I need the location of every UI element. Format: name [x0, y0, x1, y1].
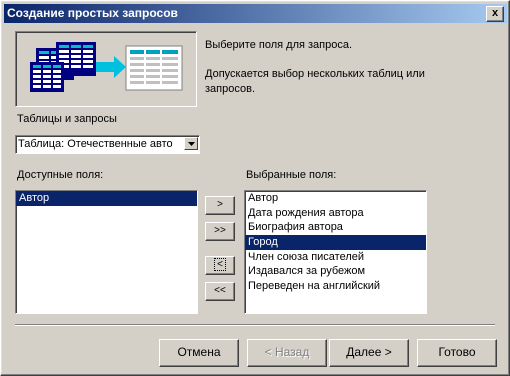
selected-field-list-item[interactable]: Биография автора [245, 220, 426, 235]
finish-button[interactable]: Готово [417, 339, 497, 367]
close-button[interactable]: x [486, 6, 504, 22]
tables-label: Таблицы и запросы [17, 113, 117, 125]
selected-field-list-item[interactable]: Издавался за рубежом [245, 264, 426, 279]
available-field-list-item[interactable]: Автор [16, 191, 197, 206]
intro-line-1: Выберите поля для запроса. [205, 39, 353, 51]
tables-combobox[interactable]: Таблица: Отечественные авто [15, 135, 200, 154]
next-button[interactable]: Далее > [329, 339, 409, 367]
remove-all-fields-button[interactable]: << [205, 282, 235, 301]
selected-field-list-item[interactable]: Дата рождения автора [245, 206, 426, 221]
close-icon: x [491, 7, 499, 19]
cancel-button[interactable]: Отмена [159, 339, 239, 367]
window-title: Создание простых запросов [7, 6, 178, 20]
tables-to-query-icon [30, 42, 183, 92]
chevron-down-icon [188, 142, 195, 146]
available-fields-label: Доступные поля: [17, 169, 104, 181]
intro-line-2b: запросов. [205, 83, 255, 95]
remove-field-button[interactable]: < [205, 256, 235, 275]
add-field-button[interactable]: > [205, 196, 235, 215]
selected-field-list-item[interactable]: Переведен на английский [245, 279, 426, 294]
selected-field-list-item[interactable]: Автор [245, 191, 426, 206]
back-button[interactable]: < Назад [247, 339, 327, 367]
dropdown-button[interactable] [184, 137, 198, 150]
separator [15, 324, 495, 326]
available-fields-list[interactable]: Автор [15, 190, 198, 314]
title-bar[interactable]: Создание простых запросов x [4, 4, 507, 23]
selected-fields-label: Выбранные поля: [246, 169, 337, 181]
combo-value: Таблица: Отечественные авто [18, 138, 173, 150]
wizard-window: Создание простых запросов x Выберите пол… [0, 0, 510, 376]
wizard-illustration [15, 31, 197, 107]
selected-field-list-item[interactable]: Город [245, 235, 426, 250]
intro-line-2a: Допускается выбор нескольких таблиц или [205, 68, 425, 80]
selected-field-list-item[interactable]: Член союза писателей [245, 250, 426, 265]
add-all-fields-button[interactable]: >> [205, 222, 235, 241]
selected-fields-list[interactable]: Автор Дата рождения автора Биография автор… [244, 190, 427, 314]
